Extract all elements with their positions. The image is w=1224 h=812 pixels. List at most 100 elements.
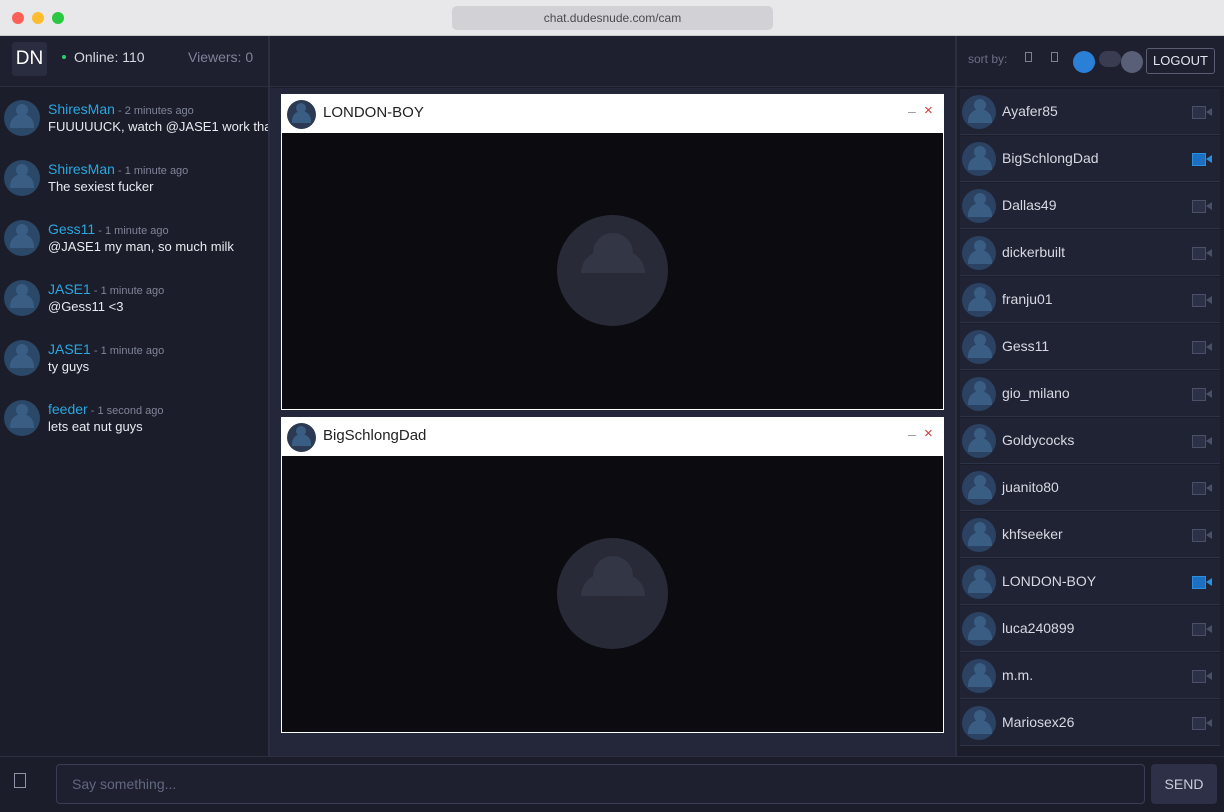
user-list-item[interactable]: gio_milano <box>960 371 1220 417</box>
camera-icon[interactable] <box>1192 670 1212 683</box>
logout-button[interactable]: LOGOUT <box>1146 48 1215 74</box>
message-time: - 1 minute ago <box>95 225 169 237</box>
avatar <box>287 100 316 129</box>
user-name: BigSchlongDad <box>1002 150 1099 166</box>
avatar[interactable] <box>4 340 40 376</box>
avatar <box>962 659 996 693</box>
avatar <box>962 142 996 176</box>
camera-icon[interactable] <box>1192 435 1212 448</box>
user-name: khfseeker <box>1002 526 1063 542</box>
cam-video[interactable] <box>282 133 943 409</box>
camera-icon[interactable] <box>1192 200 1212 213</box>
maximize-window-button[interactable] <box>52 12 64 24</box>
user-list-item[interactable]: Goldycocks <box>960 418 1220 464</box>
camera-icon[interactable] <box>1192 529 1212 542</box>
avatar[interactable] <box>4 400 40 436</box>
user-name: Dallas49 <box>1002 197 1057 213</box>
camera-icon[interactable] <box>1192 388 1212 401</box>
message-time: - 1 minute ago <box>90 345 165 357</box>
cam-window[interactable]: LONDON-BOY – × <box>281 94 944 410</box>
camera-icon[interactable] <box>1192 294 1212 307</box>
url-bar[interactable]: chat.dudesnude.com/cam <box>452 6 773 30</box>
message-username[interactable]: ShiresMan <box>48 161 115 177</box>
user-list-item[interactable]: juanito80 <box>960 465 1220 511</box>
user-list-item[interactable]: Ayafer85 <box>960 89 1220 135</box>
camera-icon[interactable] <box>1192 247 1212 260</box>
minimize-window-button[interactable] <box>32 12 44 24</box>
user-list-item[interactable]: dickerbuilt <box>960 230 1220 276</box>
message-username[interactable]: JASE1 <box>48 281 91 297</box>
online-count: Online: 110 <box>74 49 145 65</box>
message-username[interactable]: Gess11 <box>48 221 95 237</box>
toggle-track <box>1099 51 1121 67</box>
camera-icon[interactable] <box>1192 153 1212 166</box>
user-list-item[interactable]: Gess11 <box>960 324 1220 370</box>
message-text: @Gess11 <3 <box>48 299 124 314</box>
toggle-knob-active <box>1073 51 1095 73</box>
send-button[interactable]: SEND <box>1151 764 1217 804</box>
message-input[interactable] <box>56 764 1145 804</box>
user-name: luca240899 <box>1002 620 1075 636</box>
close-window-button[interactable] <box>12 12 24 24</box>
cam-video[interactable] <box>282 456 943 732</box>
message-text: @JASE1 my man, so much milk <box>48 239 234 254</box>
sort-alpha-icon[interactable] <box>1025 52 1032 62</box>
user-name: LONDON-BOY <box>1002 573 1097 589</box>
user-list-item[interactable]: Mariosex26 <box>960 700 1220 746</box>
cam-window-header[interactable]: BigSchlongDad – × <box>282 418 943 456</box>
close-icon[interactable]: × <box>924 425 933 442</box>
message-time: - 2 minutes ago <box>114 105 194 117</box>
minimize-icon[interactable]: – <box>908 426 916 442</box>
avatar[interactable] <box>4 100 40 136</box>
user-list-item[interactable]: khfseeker <box>960 512 1220 558</box>
user-name: dickerbuilt <box>1002 244 1066 260</box>
message-text: The sexiest fucker <box>48 179 154 194</box>
cam-window[interactable]: BigSchlongDad – × <box>281 417 944 733</box>
sort-cam-icon[interactable] <box>1051 52 1058 62</box>
user-list-item[interactable]: m.m. <box>960 653 1220 699</box>
cam-window-header[interactable]: LONDON-BOY – × <box>282 95 943 133</box>
user-list-item[interactable]: Dallas49 <box>960 183 1220 229</box>
cam-username: BigSchlongDad <box>323 427 427 444</box>
message-text: FUUUUUCK, watch @JASE1 work that <box>48 119 268 134</box>
camera-icon[interactable] <box>1192 482 1212 495</box>
chat-messages-panel: ShiresMan - 2 minutes ago FUUUUUCK, watc… <box>0 88 268 756</box>
avatar <box>962 565 996 599</box>
sort-toggle[interactable] <box>1073 51 1143 73</box>
close-icon[interactable]: × <box>924 102 933 119</box>
chat-message: JASE1 - 1 minute ago @Gess11 <3 <box>0 268 268 328</box>
message-text: ty guys <box>48 359 90 374</box>
avatar[interactable] <box>4 280 40 316</box>
avatar[interactable] <box>4 220 40 256</box>
minimize-icon[interactable]: – <box>908 103 916 119</box>
browser-titlebar: chat.dudesnude.com/cam <box>0 0 1224 36</box>
message-username[interactable]: JASE1 <box>48 341 91 357</box>
camera-icon[interactable] <box>1192 341 1212 354</box>
camera-icon[interactable] <box>1192 106 1212 119</box>
message-time: - 1 minute ago <box>114 165 189 177</box>
user-list-item[interactable]: BigSchlongDad <box>960 136 1220 182</box>
site-logo[interactable]: DN <box>12 42 47 76</box>
attach-icon[interactable] <box>14 773 26 788</box>
toggle-knob <box>1121 51 1143 73</box>
user-list-item[interactable]: luca240899 <box>960 606 1220 652</box>
avatar <box>962 330 996 364</box>
user-list-item[interactable]: franju01 <box>960 277 1220 323</box>
avatar <box>287 423 316 452</box>
chat-message: ShiresMan - 2 minutes ago FUUUUUCK, watc… <box>0 88 268 148</box>
camera-icon[interactable] <box>1192 717 1212 730</box>
user-list-item[interactable]: LONDON-BOY <box>960 559 1220 605</box>
user-name: m.m. <box>1002 667 1034 683</box>
avatar <box>962 612 996 646</box>
avatar <box>962 189 996 223</box>
avatar <box>962 236 996 270</box>
avatar[interactable] <box>4 160 40 196</box>
camera-icon[interactable] <box>1192 576 1212 589</box>
message-username[interactable]: feeder <box>48 401 88 417</box>
user-name: Ayafer85 <box>1002 103 1058 119</box>
avatar <box>962 95 996 129</box>
message-username[interactable]: ShiresMan <box>48 101 115 117</box>
user-name: Mariosex26 <box>1002 714 1075 730</box>
camera-icon[interactable] <box>1192 623 1212 636</box>
user-placeholder-icon <box>557 215 668 326</box>
